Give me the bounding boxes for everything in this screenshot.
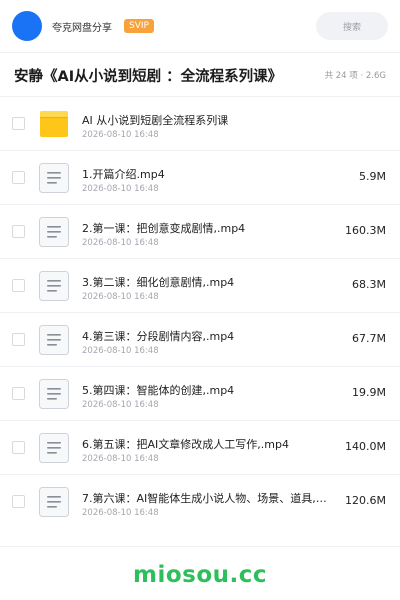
file-name: 5.第四课：智能体的创建,.mp4 [82,384,235,397]
file-size: 120.6M [345,494,386,507]
avatar[interactable] [12,11,42,41]
page-title: 安静《AI从小说到短剧 ：全流程系列课》 [14,68,283,85]
file-date: 2026-08-10 16:48 [82,346,159,356]
list-item[interactable]: 4.第三课：分段剧情内容,.mp4 2026-08-10 16:48 67.7M [0,312,400,366]
document-icon [39,163,69,193]
select-checkbox[interactable] [12,117,25,130]
watermark: miosou.cc [132,562,268,588]
list-item[interactable]: 7.第六课：AI智能体生成小说人物、场景、道具,.mp4 2026-08-10 … [0,474,400,528]
file-date: 2026-08-10 16:48 [82,400,159,410]
document-icon [39,379,69,409]
file-name: 7.第六课：AI智能体生成小说人物、场景、道具,.mp4 [82,492,330,505]
file-date: 2026-08-10 16:48 [82,238,159,248]
document-icon [39,217,69,247]
list-item[interactable]: 1.开篇介绍.mp4 2026-08-10 16:48 5.9M [0,150,400,204]
file-name: AI 从小说到短剧全流程系列课 [82,114,229,127]
folder-icon [40,111,68,137]
list-bottom-divider [0,546,400,547]
list-item[interactable]: 6.第五课：把AI文章修改成人工写作,.mp4 2026-08-10 16:48… [0,420,400,474]
folder-header: 安静《AI从小说到短剧 ：全流程系列课》 共 24 项 · 2.6G [0,53,400,97]
file-date: 2026-08-10 16:48 [82,184,159,194]
list-item[interactable]: 5.第四课：智能体的创建,.mp4 2026-08-10 16:48 19.9M [0,366,400,420]
document-icon [39,271,69,301]
file-name: 6.第五课：把AI文章修改成人工写作,.mp4 [82,438,289,451]
share-name: 夸克网盘分享 [52,22,112,34]
file-size: 160.3M [345,224,386,237]
select-checkbox[interactable] [12,495,25,508]
file-name: 2.第一课：把创意变成剧情,.mp4 [82,222,246,235]
file-date: 2026-08-10 16:48 [82,130,159,140]
file-date: 2026-08-10 16:48 [82,508,159,518]
file-name: 3.第二课：细化创意剧情,.mp4 [82,276,235,289]
file-size: 67.7M [352,332,386,345]
select-checkbox[interactable] [12,225,25,238]
folder-summary: 共 24 项 · 2.6G [324,71,386,81]
file-name: 4.第三课：分段剧情内容,.mp4 [82,330,235,343]
list-item[interactable]: 3.第二课：细化创意剧情,.mp4 2026-08-10 16:48 68.3M [0,258,400,312]
select-checkbox[interactable] [12,171,25,184]
select-checkbox[interactable] [12,441,25,454]
list-item[interactable]: 2.第一课：把创意变成剧情,.mp4 2026-08-10 16:48 160.… [0,204,400,258]
svip-badge: SVIP [124,19,154,33]
select-checkbox[interactable] [12,387,25,400]
header: 夸克网盘分享 SVIP 搜索 [0,0,400,52]
file-size: 19.9M [352,386,386,399]
document-icon [39,433,69,463]
file-size: 5.9M [359,170,386,183]
file-size: 68.3M [352,278,386,291]
file-size: 140.0M [345,440,386,453]
document-icon [39,487,69,517]
list-item[interactable]: AI 从小说到短剧全流程系列课 2026-08-10 16:48 [0,96,400,150]
select-checkbox[interactable] [12,333,25,346]
file-list: AI 从小说到短剧全流程系列课 2026-08-10 16:48 1.开篇介绍.… [0,96,400,528]
file-date: 2026-08-10 16:48 [82,292,159,302]
file-date: 2026-08-10 16:48 [82,454,159,464]
file-name: 1.开篇介绍.mp4 [82,168,165,181]
search-button[interactable]: 搜索 [316,12,388,40]
document-icon [39,325,69,355]
select-checkbox[interactable] [12,279,25,292]
